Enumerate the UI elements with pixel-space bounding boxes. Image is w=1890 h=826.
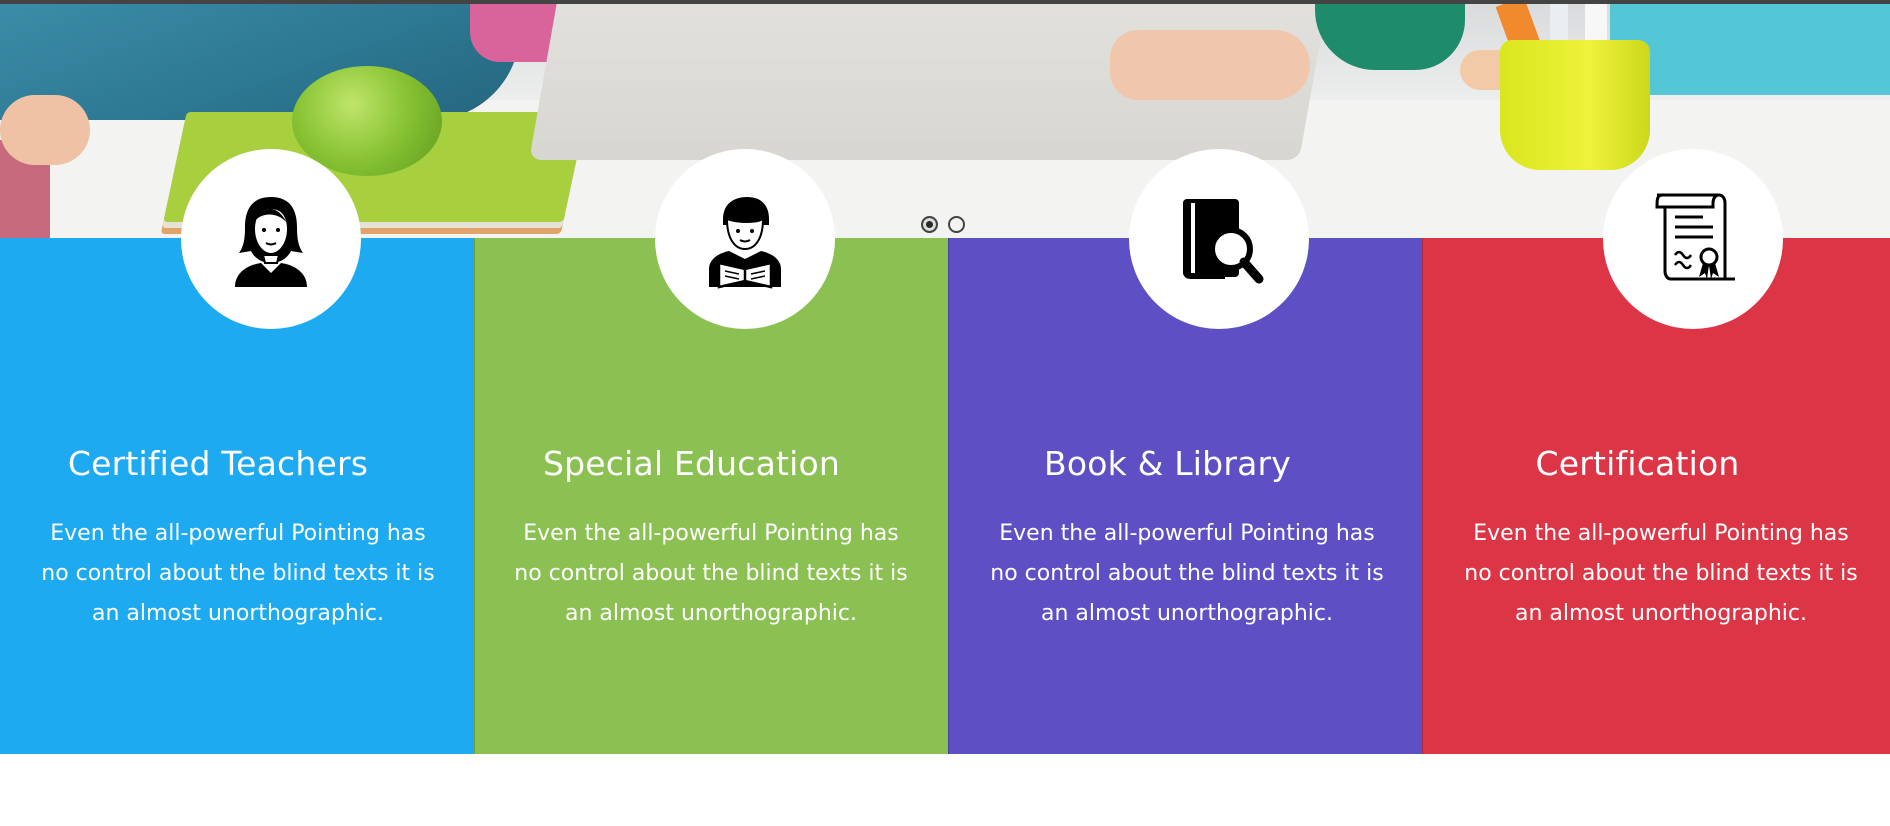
hero-sleeve <box>1315 0 1465 70</box>
hero-hand <box>1110 30 1310 100</box>
teacher-woman-icon <box>235 197 307 287</box>
features-section: Certified Teachers Even the all-powerful… <box>0 149 1890 754</box>
feature-icon-circle <box>655 149 835 329</box>
book-search-icon <box>1183 199 1264 284</box>
feature-icon-circle <box>1129 149 1309 329</box>
top-border <box>0 0 1890 4</box>
certificate-icon <box>1655 193 1735 281</box>
slider-dot-2[interactable] <box>948 216 965 233</box>
feature-card-certification: Certification Even the all-powerful Poin… <box>1422 149 1890 754</box>
feature-card-certified-teachers: Certified Teachers Even the all-powerful… <box>0 149 474 754</box>
student-reading-icon <box>709 197 781 289</box>
hero-cup <box>1500 40 1650 170</box>
feature-title: Book & Library <box>1043 444 1292 483</box>
feature-card-special-education: Special Education Even the all-powerful … <box>474 149 948 754</box>
feature-icon-circle <box>1603 149 1783 329</box>
feature-icon-circle <box>181 149 361 329</box>
feature-description: Even the all-powerful Pointing has no co… <box>1464 521 1858 626</box>
slider-dots <box>921 216 965 233</box>
feature-card-book-library: Book & Library Even the all-powerful Poi… <box>948 149 1422 754</box>
feature-description: Even the all-powerful Pointing has no co… <box>514 521 908 626</box>
feature-title: Certified Teachers <box>67 444 369 483</box>
hero-hand <box>0 95 90 165</box>
hero-sleeve <box>0 0 520 120</box>
feature-title: Certification <box>1535 444 1740 483</box>
feature-description: Even the all-powerful Pointing has no co… <box>990 521 1384 626</box>
hero-sleeve <box>1610 0 1890 95</box>
feature-description: Even the all-powerful Pointing has no co… <box>41 521 435 626</box>
feature-title: Special Education <box>542 444 841 483</box>
slider-dot-1[interactable] <box>921 216 938 233</box>
